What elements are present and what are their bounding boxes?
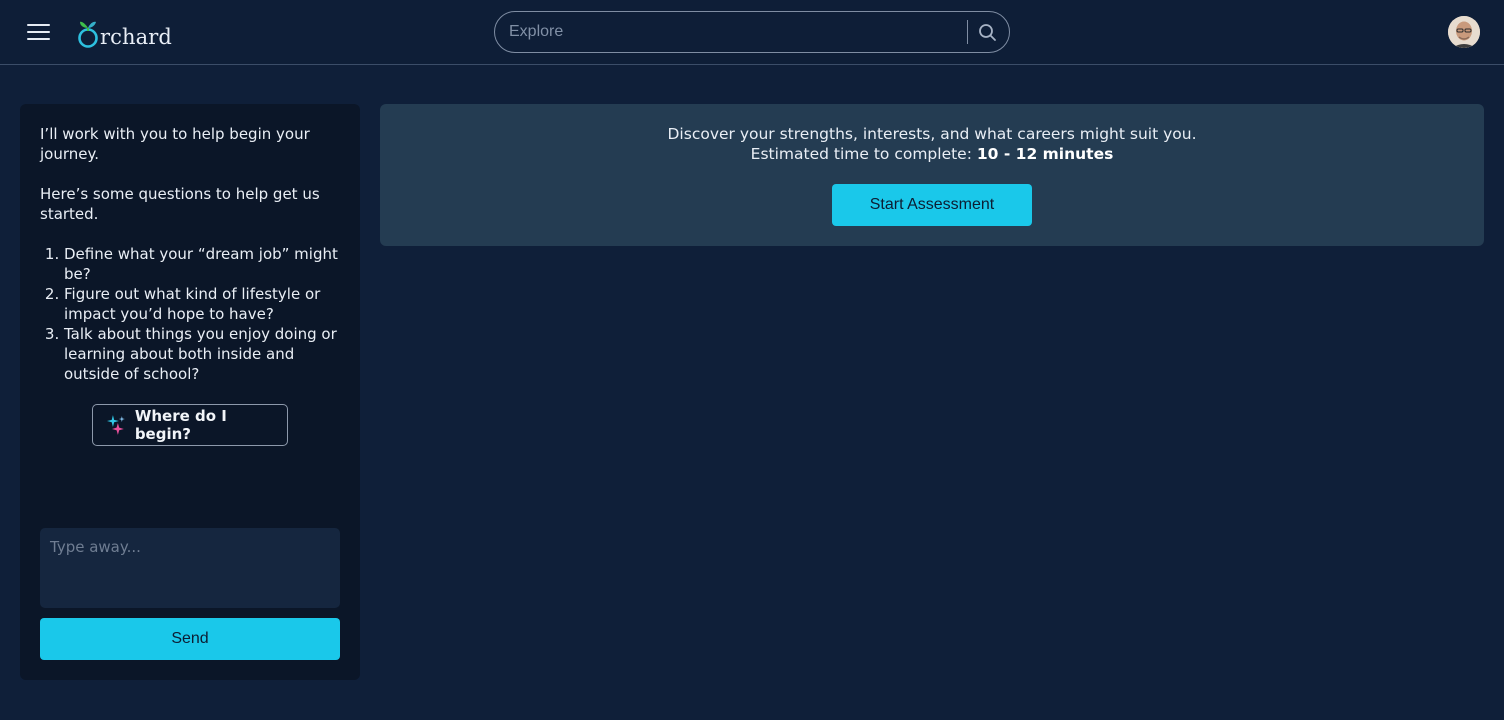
- question-item: Figure out what kind of lifestyle or imp…: [64, 284, 342, 324]
- orchard-sprout-icon: [78, 21, 98, 48]
- assessment-time: Estimated time to complete: 10 - 12 minu…: [380, 144, 1484, 164]
- search-bar: [494, 11, 1010, 53]
- question-item: Define what your “dream job” might be?: [64, 244, 342, 284]
- chat-intro: I’ll work with you to help begin your jo…: [40, 125, 310, 163]
- user-avatar[interactable]: [1448, 16, 1480, 48]
- question-list: Define what your “dream job” might be? F…: [40, 244, 342, 384]
- sparkle-icon: [106, 415, 125, 435]
- start-assessment-button[interactable]: Start Assessment: [832, 184, 1032, 226]
- top-header: rchard: [0, 0, 1504, 65]
- time-value: 10 - 12 minutes: [976, 145, 1114, 163]
- search-divider: [967, 20, 968, 44]
- question-item: Talk about things you enjoy doing or lea…: [64, 324, 342, 384]
- assessment-card: Discover your strengths, interests, and …: [380, 104, 1484, 246]
- search-icon[interactable]: [975, 20, 1001, 46]
- send-button[interactable]: Send: [40, 618, 340, 660]
- chat-message-input[interactable]: [40, 528, 340, 608]
- search-input[interactable]: [507, 12, 957, 52]
- chat-prompt: Here’s some questions to help get us sta…: [40, 185, 320, 223]
- chat-message: I’ll work with you to help begin your jo…: [40, 124, 342, 384]
- assessment-description: Discover your strengths, interests, and …: [667, 125, 1197, 143]
- time-prefix: Estimated time to complete:: [750, 145, 972, 163]
- hamburger-menu-icon[interactable]: [27, 23, 51, 41]
- where-do-i-begin-button[interactable]: Where do I begin?: [92, 404, 288, 446]
- logo-text: rchard: [100, 25, 172, 49]
- orchard-logo[interactable]: rchard: [77, 16, 172, 50]
- chat-panel: I’ll work with you to help begin your jo…: [20, 104, 360, 680]
- avatar-portrait-icon: [1448, 16, 1480, 48]
- begin-button-label: Where do I begin?: [134, 407, 227, 443]
